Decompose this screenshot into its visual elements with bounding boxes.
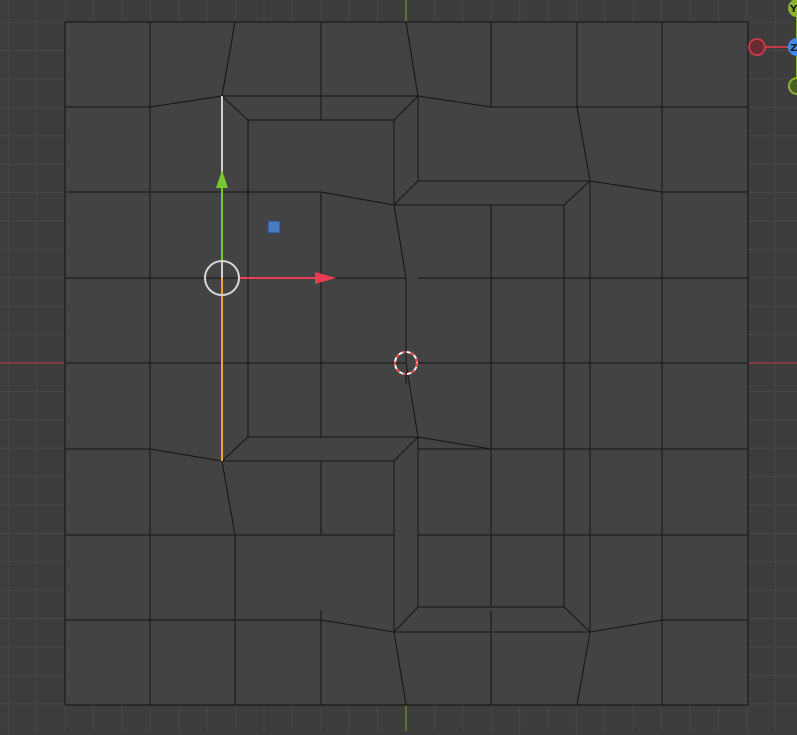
- nav-neg-x-icon[interactable]: [748, 38, 766, 56]
- viewport-canvas[interactable]: Y Z: [0, 0, 797, 731]
- selected-face-marker[interactable]: [267, 220, 281, 234]
- navigation-gizmo[interactable]: Y Z: [748, 0, 797, 95]
- 3d-viewport[interactable]: Y Z: [0, 0, 797, 731]
- nav-z-label: Z: [790, 43, 797, 54]
- nav-neg-y-icon[interactable]: [788, 77, 797, 95]
- nav-y-label: Y: [789, 4, 797, 15]
